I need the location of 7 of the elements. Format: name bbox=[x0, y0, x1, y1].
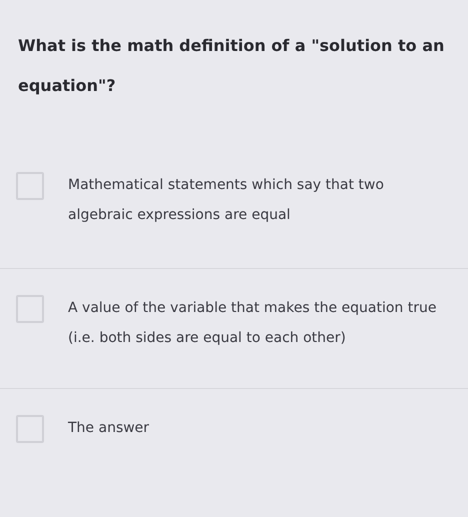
option-text: The answer bbox=[68, 419, 150, 438]
checkbox[interactable] bbox=[16, 172, 44, 200]
option-text: Mathematical statements which say that two algebraic expressions are equal bbox=[68, 176, 385, 225]
checkbox[interactable] bbox=[16, 295, 44, 323]
checkbox[interactable] bbox=[16, 415, 44, 443]
option-text: A value of the variable that makes the equation true (i.e. both sides are equal to each other) bbox=[68, 299, 438, 348]
question-text: What is the math definition of a "solution to an equation"? bbox=[18, 35, 446, 97]
